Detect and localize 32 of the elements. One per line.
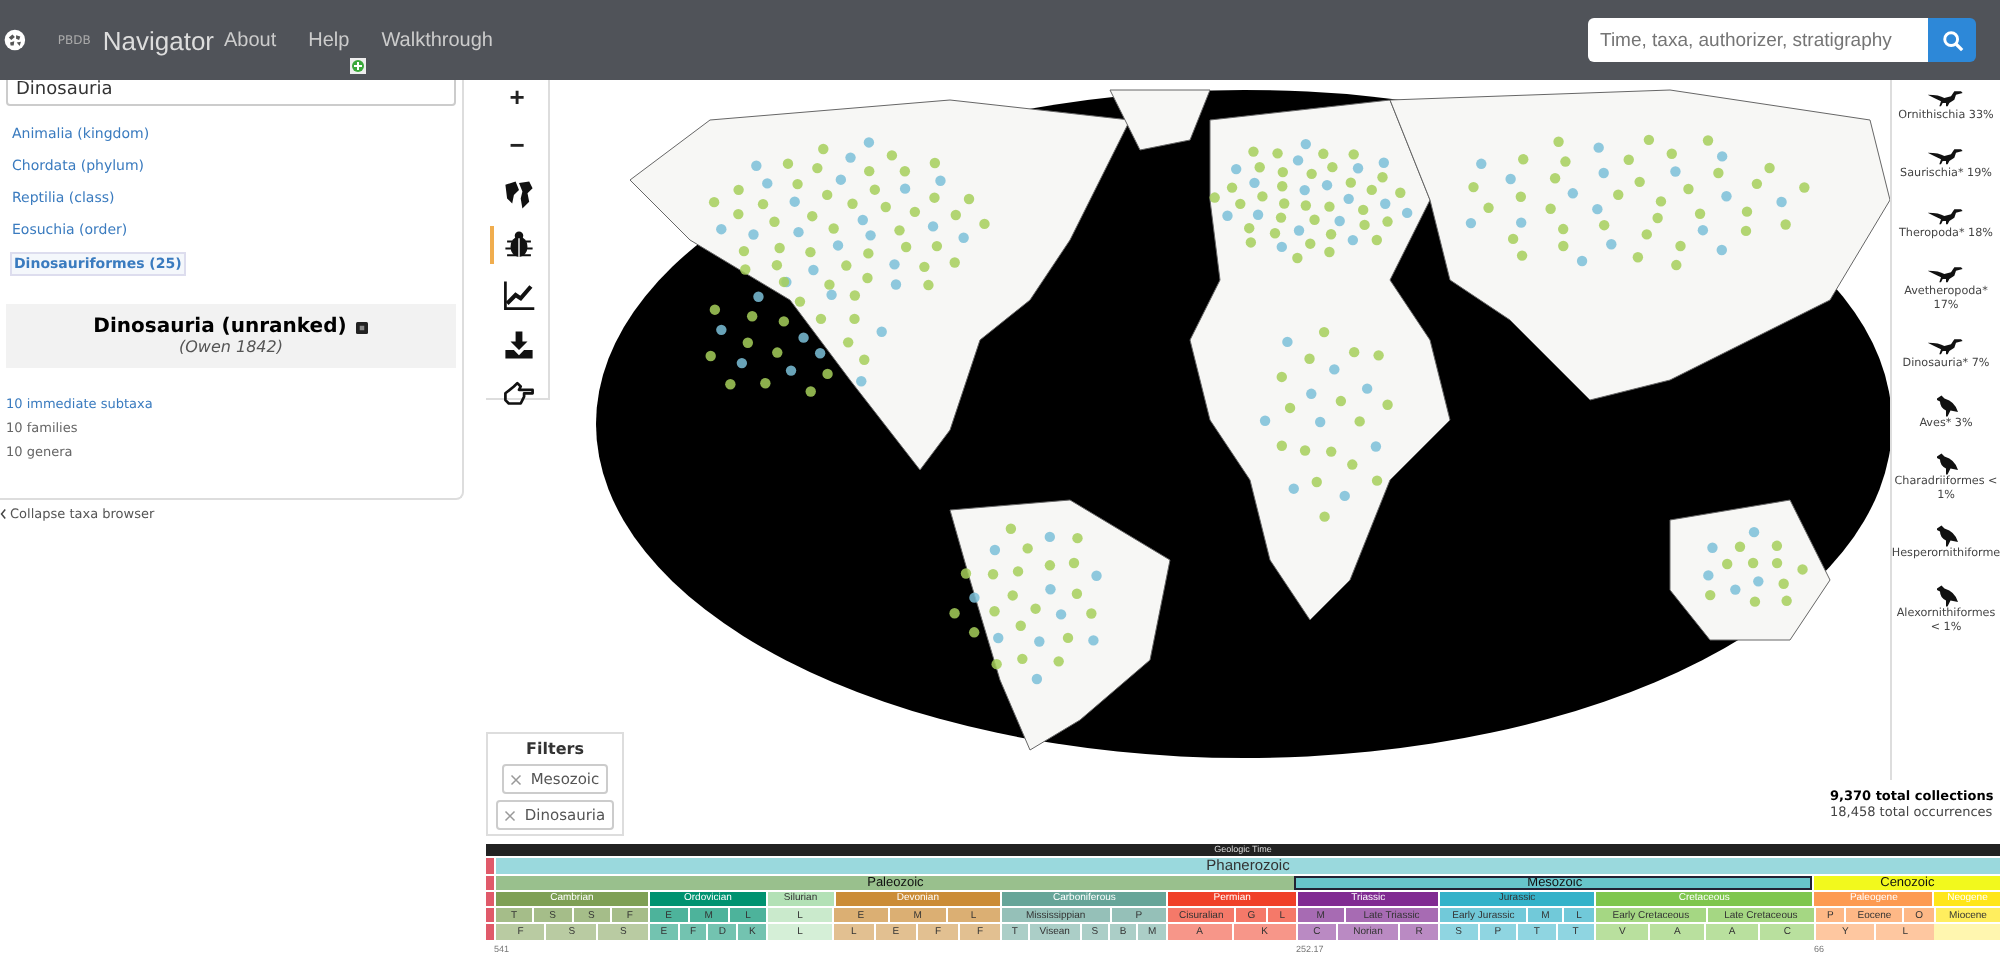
close-icon[interactable] <box>504 809 517 821</box>
dinosaur-silhouette-icon[interactable] <box>1926 203 1966 228</box>
dinosaur-silhouette-icon[interactable] <box>1926 144 1966 169</box>
precambrian-cell[interactable] <box>486 875 494 890</box>
taxon-search-field[interactable]: Dinosauria <box>6 74 456 106</box>
expand-toggle-icon[interactable] <box>350 58 366 74</box>
search-button[interactable] <box>1928 18 1976 62</box>
search-icon <box>1941 29 1963 51</box>
search-field[interactable]: Time, taxa, authorizer, stratigraphy <box>1588 18 1928 62</box>
download-icon <box>502 328 536 362</box>
taxon-name: Dinosauria (unranked) <box>93 316 347 338</box>
dinosaur-silhouette-icon[interactable] <box>1926 261 1966 286</box>
zoom-button[interactable]: − <box>497 128 537 164</box>
dinosaur-silhouette-icon[interactable] <box>1925 334 1966 359</box>
nav-link[interactable]: Walkthrough <box>381 29 493 51</box>
precambrian-cell[interactable] <box>486 924 494 940</box>
precambrian-cell[interactable] <box>486 857 494 873</box>
info-square-icon[interactable] <box>356 321 369 333</box>
bug-icon <box>502 228 536 262</box>
continents-icon <box>502 178 536 212</box>
close-icon[interactable] <box>510 773 523 785</box>
nav-link[interactable]: Help <box>308 29 350 51</box>
line-chart-icon <box>502 278 536 312</box>
dinosaur-silhouette-icon[interactable] <box>1925 86 1966 110</box>
taxon-author: (Owen 1842) <box>179 338 283 356</box>
zoom-button[interactable]: + <box>497 80 537 116</box>
filters-title: Filters <box>526 740 584 758</box>
precambrian-cell[interactable] <box>486 908 494 923</box>
brand-name[interactable]: Navigator <box>102 25 214 55</box>
nav-link[interactable]: About <box>224 29 277 51</box>
world-map-drawing[interactable] <box>596 89 1890 758</box>
precambrian-cell[interactable] <box>486 891 494 907</box>
